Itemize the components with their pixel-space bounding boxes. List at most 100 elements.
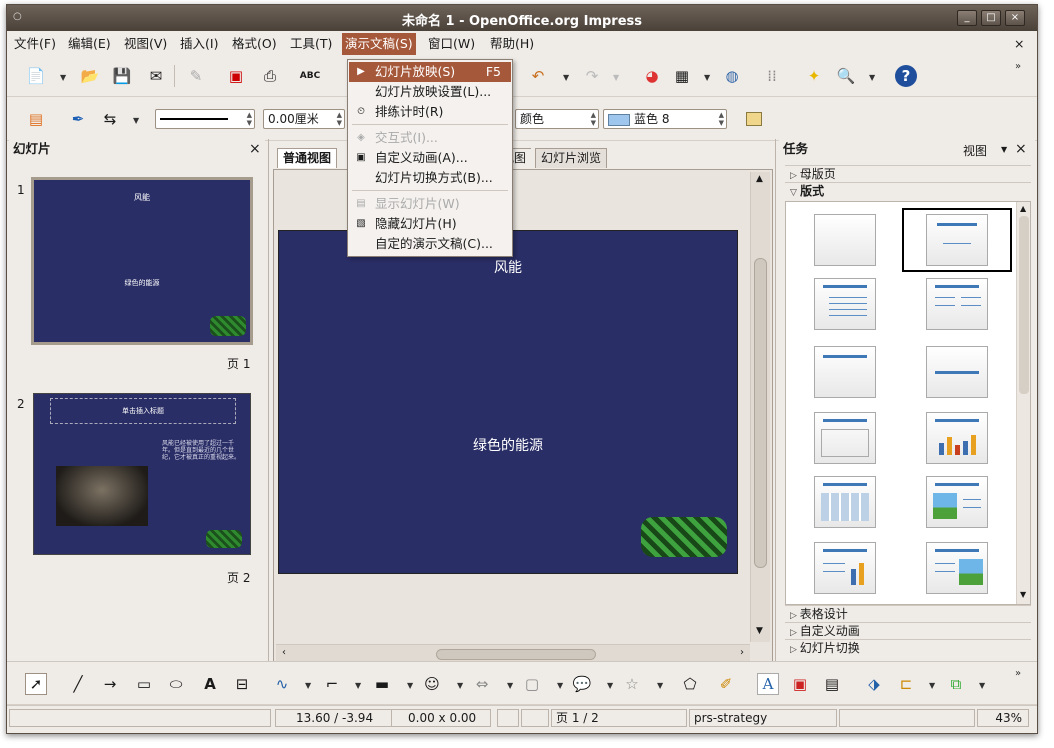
- main-slide[interactable]: 风能 绿色的能源: [278, 230, 738, 574]
- menu-format[interactable]: 格式(O): [229, 35, 280, 53]
- tab-slide-sorter[interactable]: 幻灯片浏览: [535, 148, 608, 168]
- menu-item-slide-transition[interactable]: 幻灯片切换方式(B)...: [349, 168, 511, 188]
- block-arrows-icon[interactable]: ⇔: [471, 673, 493, 695]
- scroll-up-icon[interactable]: ▲: [1020, 204, 1026, 213]
- scroll-up-icon[interactable]: ▲: [756, 174, 763, 184]
- chevron-down-icon[interactable]: ▼: [557, 681, 563, 690]
- spin-arrows-icon[interactable]: ▲ ▼: [591, 111, 596, 127]
- menu-item-rehearse-timings[interactable]: ⏲ 排练计时(R): [349, 102, 511, 122]
- shadow-icon[interactable]: [743, 108, 765, 130]
- minimize-button[interactable]: _: [957, 10, 977, 26]
- layout-title-text-chart[interactable]: [814, 542, 876, 594]
- glue-points-icon[interactable]: ✐: [715, 673, 737, 695]
- points-icon[interactable]: ⬠: [679, 673, 701, 695]
- menu-edit[interactable]: 编辑(E): [65, 35, 114, 53]
- section-slide-transition[interactable]: ▷ 幻灯片切换: [785, 639, 1031, 656]
- text-icon[interactable]: A: [199, 673, 221, 695]
- redo-icon[interactable]: ↷: [581, 65, 603, 87]
- export-pdf-icon[interactable]: ▣: [225, 65, 247, 87]
- connector-icon[interactable]: ⌐: [321, 673, 343, 695]
- zoom-icon[interactable]: 🔍: [835, 65, 857, 87]
- toolbar-overflow-icon[interactable]: »: [1015, 668, 1021, 679]
- scrollbar-thumb[interactable]: [436, 649, 596, 660]
- layout-title-text-clipart[interactable]: [926, 476, 988, 528]
- slide-thumbnail-1[interactable]: 风能 绿色的能源: [31, 177, 253, 345]
- basic-shapes-icon[interactable]: ▬: [371, 673, 393, 695]
- spin-arrows-icon[interactable]: ▲ ▼: [247, 111, 252, 127]
- pane-splitter[interactable]: [268, 139, 271, 661]
- edit-file-icon[interactable]: ✎: [185, 65, 207, 87]
- section-master-pages[interactable]: ▷ 母版页: [785, 165, 1031, 182]
- flowchart-icon[interactable]: ▢: [521, 673, 543, 695]
- extrusion-icon[interactable]: ⬗: [863, 673, 885, 695]
- spin-arrows-icon[interactable]: ▲ ▼: [337, 111, 342, 127]
- slide-thumbnail-2[interactable]: 单击插入标题 风能已经被使用了超过一千年。但是直到最近的几个世纪，它才被真正的重…: [33, 393, 251, 555]
- stars-icon[interactable]: ☆: [621, 673, 643, 695]
- gallery-icon[interactable]: ▤: [821, 673, 843, 695]
- open-folder-icon[interactable]: 📂: [79, 65, 101, 87]
- close-document-icon[interactable]: ×: [1011, 35, 1027, 53]
- symbol-shapes-icon[interactable]: ☺: [421, 673, 443, 695]
- rectangle-icon[interactable]: ▭: [133, 673, 155, 695]
- layout-title-two-content[interactable]: [926, 278, 988, 330]
- close-icon[interactable]: ×: [1015, 141, 1027, 157]
- spellcheck-icon[interactable]: ABC: [299, 65, 321, 87]
- chevron-down-icon[interactable]: ▼: [133, 116, 139, 125]
- layout-title-slide[interactable]: [926, 214, 988, 266]
- undo-icon[interactable]: ↶: [527, 65, 549, 87]
- section-custom-animation[interactable]: ▷ 自定义动画: [785, 622, 1031, 639]
- menu-item-show-slide[interactable]: ▤ 显示幻灯片(W): [349, 194, 511, 214]
- navigator-icon[interactable]: ◍: [721, 65, 743, 87]
- menu-item-slideshow[interactable]: ▶ 幻灯片放映(S) F5: [349, 62, 511, 82]
- layout-blank[interactable]: [814, 214, 876, 266]
- layout-title-table[interactable]: [814, 476, 876, 528]
- menu-window[interactable]: 窗口(W): [425, 35, 478, 53]
- chevron-down-icon[interactable]: ▼: [457, 681, 463, 690]
- chevron-down-icon[interactable]: ▼: [507, 681, 513, 690]
- scroll-right-icon[interactable]: ›: [740, 647, 744, 658]
- chevron-down-icon[interactable]: ▼: [563, 73, 569, 82]
- main-slide-subtitle[interactable]: 绿色的能源: [279, 435, 737, 455]
- arrange-icon[interactable]: ⧉: [945, 673, 967, 695]
- vertical-text-icon[interactable]: ⊟: [231, 673, 253, 695]
- line-width-field[interactable]: 0.00厘米 ▲ ▼: [263, 109, 345, 129]
- close-icon[interactable]: ×: [249, 141, 261, 157]
- save-icon[interactable]: 💾: [111, 65, 133, 87]
- arrow-line-icon[interactable]: →: [99, 673, 121, 695]
- fontwork-icon[interactable]: A: [757, 673, 779, 695]
- layout-title-object[interactable]: [814, 412, 876, 464]
- layout-title-only[interactable]: [814, 346, 876, 398]
- curve-icon[interactable]: ∿: [271, 673, 293, 695]
- menu-item-custom-animation[interactable]: ▣ 自定义动画(A)...: [349, 148, 511, 168]
- menu-presentation[interactable]: 演示文稿(S): [342, 33, 416, 55]
- line-icon[interactable]: ✒: [67, 108, 89, 130]
- chevron-down-icon[interactable]: ▼: [869, 73, 875, 82]
- scrollbar-thumb[interactable]: [1019, 216, 1029, 394]
- menu-tools[interactable]: 工具(T): [287, 35, 335, 53]
- layouts-scrollbar[interactable]: ▲ ▼: [1016, 202, 1030, 604]
- menu-file[interactable]: 文件(F): [11, 35, 59, 53]
- layout-title-text-image[interactable]: [926, 542, 988, 594]
- arrow-style-icon[interactable]: ⇆: [99, 108, 121, 130]
- menu-item-hide-slide[interactable]: ▧ 隐藏幻灯片(H): [349, 214, 511, 234]
- maximize-button[interactable]: □: [981, 10, 1001, 26]
- chevron-down-icon[interactable]: ▼: [929, 681, 935, 690]
- section-layouts[interactable]: ▽ 版式: [785, 182, 1031, 199]
- chevron-down-icon[interactable]: ▼: [613, 73, 619, 82]
- chevron-down-icon[interactable]: ▼: [1001, 145, 1007, 154]
- help-agent-icon[interactable]: ✦: [803, 65, 825, 87]
- menu-view[interactable]: 视图(V): [121, 35, 170, 53]
- chevron-down-icon[interactable]: ▼: [704, 73, 710, 82]
- menu-insert[interactable]: 插入(I): [177, 35, 221, 53]
- menu-item-interaction[interactable]: ◈ 交互式(I)...: [349, 128, 511, 148]
- section-table-design[interactable]: ▷ 表格设计: [785, 605, 1031, 622]
- chevron-down-icon[interactable]: ▼: [355, 681, 361, 690]
- select-arrow-icon[interactable]: ➚: [25, 673, 47, 695]
- toolbar-overflow-icon[interactable]: »: [1015, 61, 1021, 72]
- scroll-left-icon[interactable]: ‹: [282, 647, 286, 658]
- pane-splitter[interactable]: [775, 139, 778, 661]
- email-icon[interactable]: ✉: [145, 65, 167, 87]
- styles-icon[interactable]: ▤: [25, 108, 47, 130]
- scroll-down-icon[interactable]: ▼: [1020, 590, 1026, 599]
- document-modified-icon[interactable]: [497, 709, 519, 727]
